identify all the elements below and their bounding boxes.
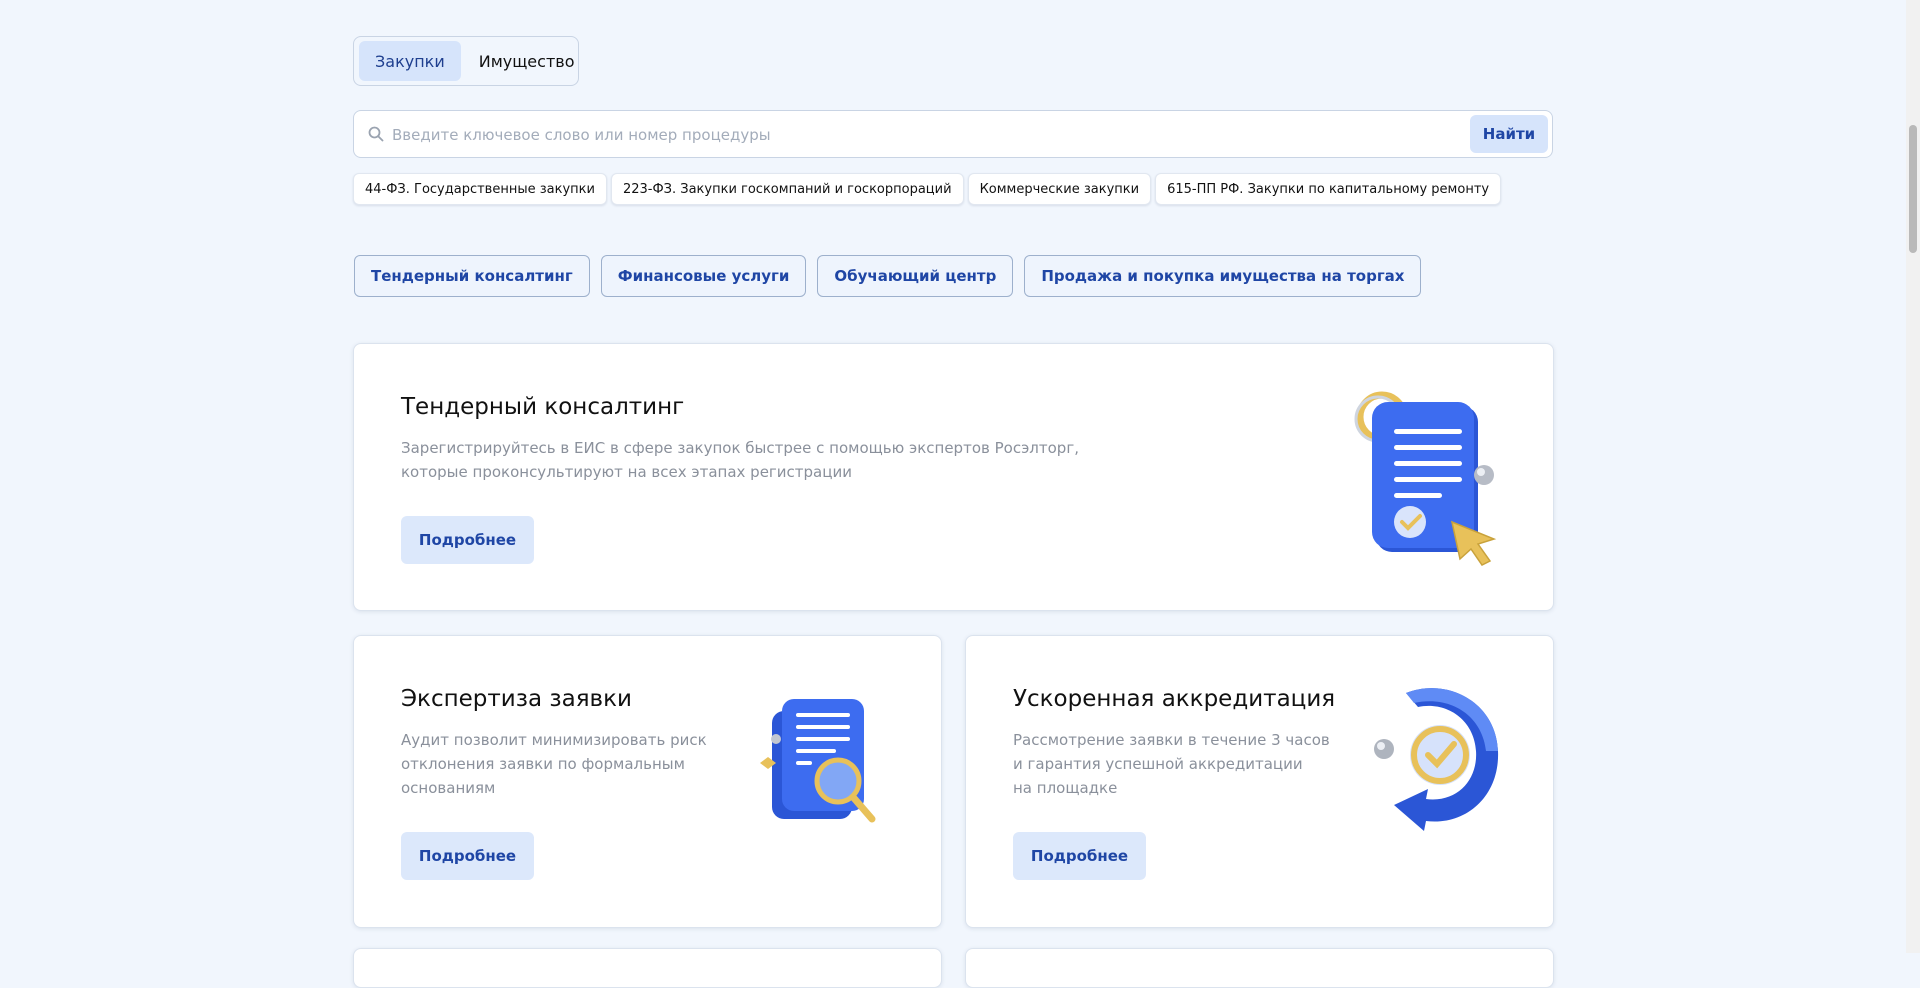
card-description: Рассмотрение заявки в течение 3 часов и … [1013,731,1330,797]
chip-223fz[interactable]: 223-ФЗ. Закупки госкомпаний и госкорпора… [610,173,964,205]
magnifier-document-icon [760,699,876,823]
tab-purchases[interactable]: Закупки [359,41,461,81]
clock-check-icon [1374,688,1499,831]
card-partial-right [965,948,1554,988]
service-financial[interactable]: Финансовые услуги [600,255,807,297]
search-icon [368,126,384,142]
service-property-auctions[interactable]: Продажа и покупка имущества на торгах [1024,255,1422,297]
chip-615pp[interactable]: 615-ПП РФ. Закупки по капитальному ремон… [1155,173,1502,205]
service-tender-consulting[interactable]: Тендерный консалтинг [354,255,590,297]
card-title: Тендерный консалтинг [401,394,685,420]
card-fast-accreditation: Ускоренная аккредитация Рассмотрение зая… [965,635,1554,928]
tab-property[interactable]: Имущество [463,41,591,81]
more-button[interactable]: Подробнее [1013,832,1146,880]
card-description: Зарегистрируйтесь в ЕИС в сфере закупок … [401,439,1079,481]
card-bid-expertise: Экспертиза заявки Аудит позволит минимиз… [353,635,942,928]
services-nav: Тендерный консалтинг Финансовые услуги О… [354,255,1422,297]
search-button[interactable]: Найти [1470,115,1548,153]
search-bar: Найти [353,110,1553,159]
page-scrollbar[interactable] [1906,0,1920,953]
card-description: Аудит позволит минимизировать риск откло… [401,731,707,797]
chip-commercial[interactable]: Коммерческие закупки [967,173,1152,205]
law-filter-chips: 44-ФЗ. Государственные закупки 223-ФЗ. З… [353,173,1502,205]
section-tabs: Закупки Имущество [353,36,579,86]
card-title: Ускоренная аккредитация [1013,686,1336,712]
document-cursor-icon [1354,391,1497,566]
card-title: Экспертиза заявки [401,686,632,712]
search-input[interactable] [390,111,1494,159]
chip-44fz[interactable]: 44-ФЗ. Государственные закупки [353,173,607,205]
scrollbar-thumb[interactable] [1909,125,1917,253]
more-button[interactable]: Подробнее [401,832,534,880]
card-tender-consulting: Тендерный консалтинг Зарегистрируйтесь в… [353,343,1554,611]
more-button[interactable]: Подробнее [401,516,534,564]
card-partial-left [353,948,942,988]
service-training-center[interactable]: Обучающий центр [817,255,1014,297]
